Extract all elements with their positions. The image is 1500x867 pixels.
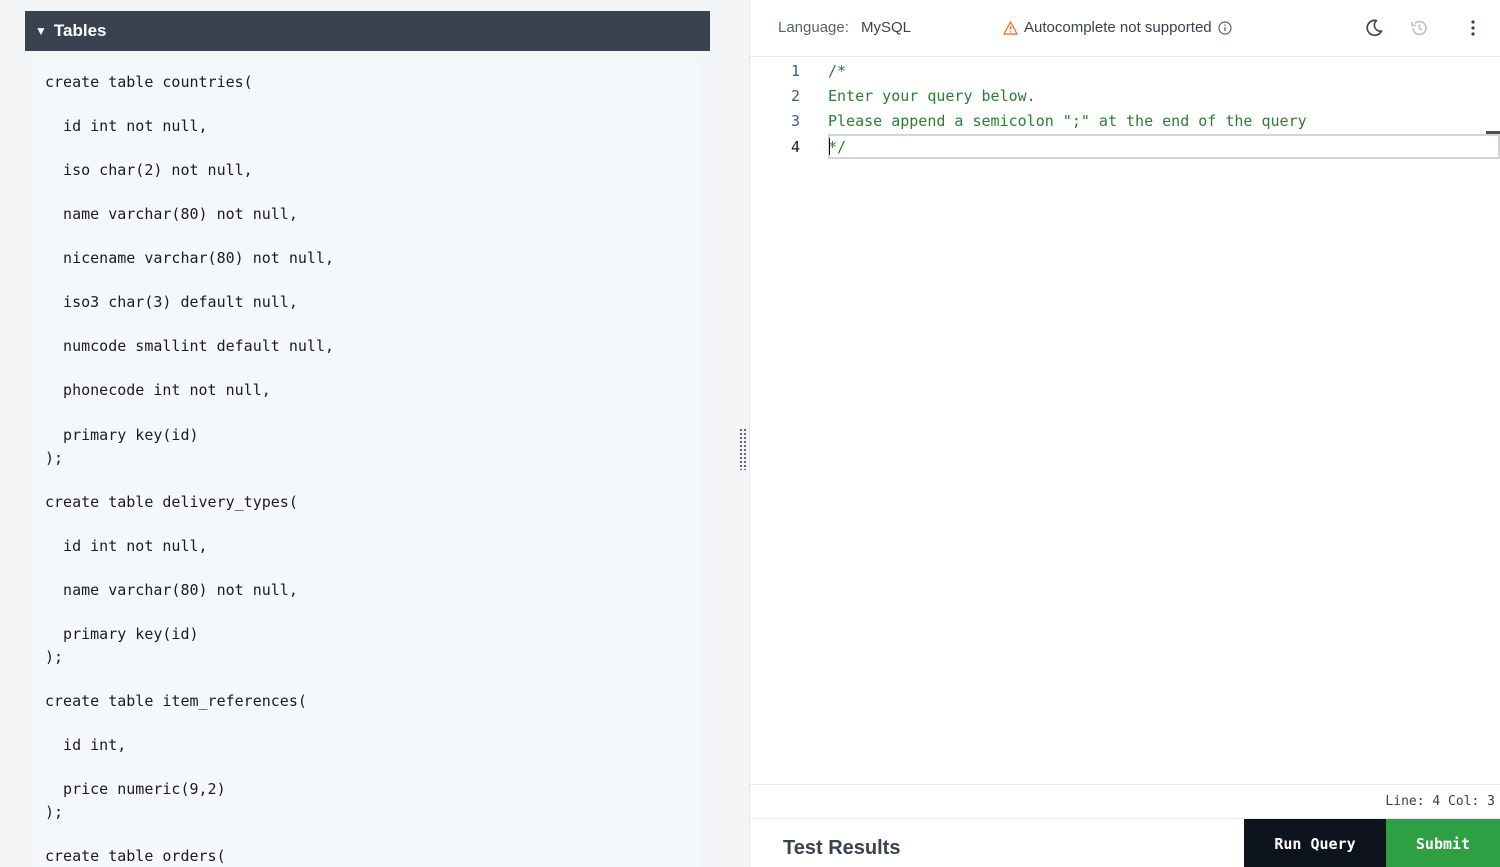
- code-line[interactable]: Enter your query below.: [828, 84, 1036, 108]
- schema-line: create table delivery_types(: [45, 493, 298, 511]
- tables-section-header[interactable]: ▼ Tables: [25, 11, 710, 51]
- schema-line: phonecode int not null,: [45, 381, 271, 399]
- tables-panel: ▼ Tables create table countries( id int …: [0, 0, 737, 867]
- schema-line: id int not null,: [45, 117, 208, 135]
- autocomplete-text: Autocomplete not supported: [1024, 19, 1212, 36]
- info-icon[interactable]: [1218, 20, 1232, 35]
- code-editor[interactable]: 1 2 3 4 /* Enter your query below. Pleas…: [750, 57, 1500, 784]
- schema-line: create table orders(: [45, 847, 226, 865]
- schema-line: );: [45, 803, 64, 821]
- text-cursor: [829, 138, 830, 155]
- line-number: 1: [790, 62, 800, 80]
- editor-status-bar: Line: 4 Col: 3: [750, 784, 1500, 818]
- bottom-action-bar: Test Results Run Query Submit: [750, 818, 1500, 867]
- schema-code-block: create table countries( id int not null,…: [33, 62, 701, 867]
- line-number: 2: [790, 87, 800, 105]
- history-icon[interactable]: [1409, 18, 1429, 38]
- active-line-highlight: [828, 134, 1500, 159]
- line-number: 3: [790, 112, 800, 130]
- language-label: Language:: [778, 19, 849, 36]
- run-query-button[interactable]: Run Query: [1244, 819, 1386, 867]
- schema-line: nicename varchar(80) not null,: [45, 249, 334, 267]
- warning-icon: [1003, 20, 1018, 35]
- schema-line: create table item_references(: [45, 692, 307, 710]
- schema-line: name varchar(80) not null,: [45, 581, 298, 599]
- schema-line: primary key(id): [45, 625, 199, 643]
- code-line[interactable]: */: [828, 135, 846, 159]
- tables-section-title: Tables: [53, 21, 107, 40]
- kebab-menu-icon[interactable]: [1463, 18, 1483, 38]
- schema-line: );: [45, 648, 64, 666]
- test-results-tab[interactable]: Test Results: [783, 837, 900, 860]
- moon-icon[interactable]: [1364, 18, 1384, 38]
- code-line[interactable]: /*: [828, 59, 846, 83]
- language-selector[interactable]: MySQL: [861, 19, 911, 36]
- schema-line: primary key(id): [45, 426, 199, 444]
- schema-line: iso3 char(3) default null,: [45, 293, 298, 311]
- line-number: 4: [790, 138, 800, 156]
- schema-line: price numeric(9,2): [45, 780, 226, 798]
- collapse-triangle-icon[interactable]: ▼: [35, 24, 47, 38]
- drag-handle-icon[interactable]: [739, 428, 747, 470]
- scrollbar-marker[interactable]: [1486, 131, 1500, 134]
- schema-line: );: [45, 449, 64, 467]
- schema-line: create table countries(: [45, 73, 253, 91]
- submit-button[interactable]: Submit: [1386, 819, 1500, 867]
- autocomplete-notice: Autocomplete not supported: [1003, 19, 1232, 36]
- editor-toolbar: Language: MySQL Autocomplete not support…: [750, 0, 1500, 57]
- schema-line: name varchar(80) not null,: [45, 205, 298, 223]
- schema-line: iso char(2) not null,: [45, 161, 253, 179]
- schema-line: numcode smallint default null,: [45, 337, 334, 355]
- query-editor-pane: Language: MySQL Autocomplete not support…: [750, 0, 1500, 867]
- cursor-position: Line: 4 Col: 3: [1385, 794, 1495, 809]
- schema-line: id int not null,: [45, 537, 208, 555]
- code-line[interactable]: Please append a semicolon ";" at the end…: [828, 109, 1307, 133]
- schema-line: id int,: [45, 736, 127, 754]
